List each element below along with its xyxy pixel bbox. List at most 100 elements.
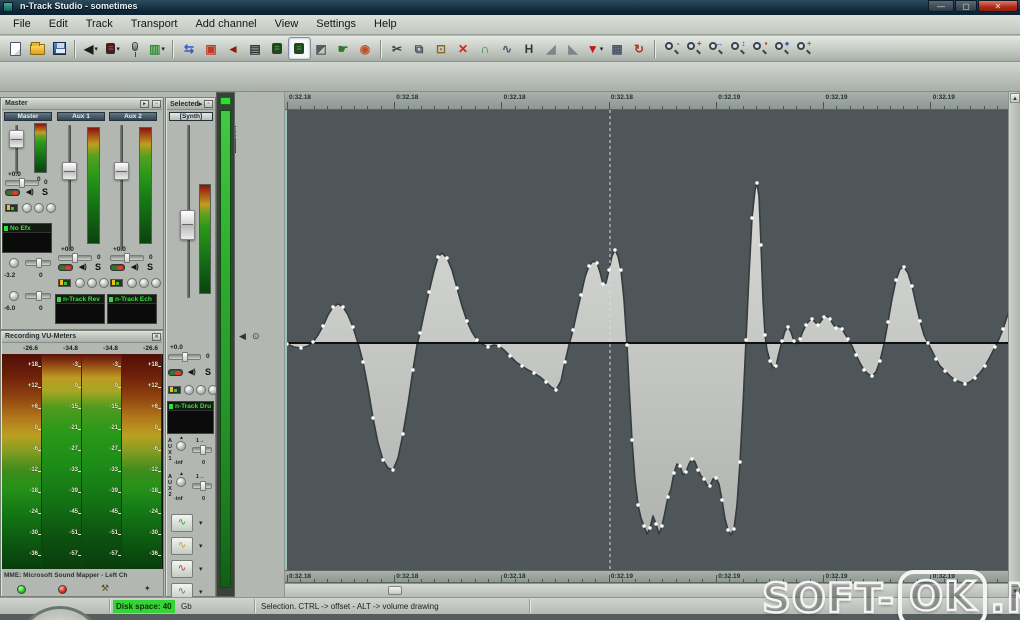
collapse-left-icon[interactable]: ◀ [239,331,246,342]
eq-knob[interactable] [184,385,194,395]
eq-meter-icon[interactable] [58,279,71,287]
pan-slider-handle[interactable] [72,253,78,263]
mute-led[interactable] [5,189,20,196]
aux-send-handle[interactable] [200,481,206,491]
pan-envelope-icon[interactable]: ∿ [497,38,518,59]
zoom-wave-icon[interactable]: + [793,38,814,59]
selected-fader-handle[interactable] [180,210,195,240]
timeline-ruler-top[interactable]: 0:32.180:32.180:32.180:32.180:32.190:32.… [285,92,1008,110]
copy-icon[interactable]: ⧉ [409,38,430,59]
settings-hammer-icon[interactable]: ⚒ [101,583,109,594]
volume-fader-handle[interactable] [114,162,129,180]
eq-knob[interactable] [139,278,149,288]
mixer-expand-icon[interactable]: ▸ [140,100,149,108]
speaker-horn-icon[interactable]: ◄ [223,38,244,59]
add-icon[interactable]: ✦ [144,584,151,593]
effect-enabled-led[interactable] [4,226,8,231]
metronome-icon[interactable]: ▣ [201,38,222,59]
selected-mute-led[interactable] [168,369,183,376]
maximize-button[interactable]: ▢ [955,0,977,12]
selected-popout-icon[interactable]: ▫ [204,100,213,108]
speaker-icon[interactable]: ◀) [188,368,196,376]
channel-rack-button[interactable]: ∿ [171,560,193,578]
menu-view[interactable]: View [266,15,308,34]
zoom-horizontal-icon[interactable]: ↔ [705,38,726,59]
mixer-popout-icon[interactable]: ▫ [152,100,161,108]
chevron-down-icon[interactable]: ▾ [199,542,203,550]
new-song-icon[interactable] [5,38,26,59]
add-audio-track-icon[interactable]: ≡ [267,38,288,59]
save-song-icon[interactable] [49,38,70,59]
playback-volume-icon[interactable]: ◀▾ [81,38,102,59]
menu-edit[interactable]: Edit [40,15,77,34]
aux-send-knob[interactable] [176,477,186,487]
draw-tool-icon[interactable]: ☛ [333,38,354,59]
scroll-up-icon[interactable]: ▲ [1010,93,1020,103]
mute-led[interactable] [110,264,125,271]
volume-fader-track[interactable] [68,125,71,250]
aux-return-slider[interactable] [25,293,51,299]
eq-knob[interactable] [34,203,44,213]
aux-return-slider[interactable] [25,260,51,266]
chevron-down-icon[interactable]: ▾ [199,588,203,596]
speaker-icon[interactable]: ◀) [26,188,34,196]
volume-fader-handle[interactable] [9,130,24,148]
pan-slider[interactable] [58,255,92,261]
menu-help[interactable]: Help [365,15,406,34]
open-song-icon[interactable] [27,38,48,59]
microphone-icon[interactable] [125,38,146,59]
pan-slider-handle[interactable] [19,178,25,188]
eq-meter-icon[interactable] [5,204,18,212]
effect-enabled-led[interactable] [109,297,113,302]
menu-track[interactable]: Track [77,15,122,34]
chevron-down-icon[interactable]: ▾ [199,519,203,527]
eq-meter-icon[interactable] [168,386,181,394]
strip-header-aux-1[interactable]: Aux 1 [57,112,105,121]
aux-send-knob[interactable] [176,441,186,451]
menu-file[interactable]: File [4,15,40,34]
chevron-down-icon[interactable]: ▾ [199,565,203,573]
fade-in-icon[interactable]: ◢ [541,38,562,59]
aux-send-slider[interactable] [192,483,212,489]
zoom-full-icon[interactable]: ● [771,38,792,59]
selected-channel-name[interactable]: [Synth] [169,112,213,121]
selected-effect-slot[interactable]: n-Track Dru [167,401,214,434]
paste-icon[interactable]: ⊡ [431,38,452,59]
eq-knob[interactable] [87,278,97,288]
zoom-in-icon[interactable]: + [683,38,704,59]
eq-knob[interactable] [127,278,137,288]
aux-return-knob[interactable] [9,258,19,268]
fade-out-icon[interactable]: ◣ [563,38,584,59]
loop-icon[interactable]: ↻ [629,38,650,59]
aux-return-handle[interactable] [36,291,42,301]
recording-level-icon[interactable]: ≡▾ [103,38,124,59]
record-arm-led[interactable] [58,585,67,594]
eq-knob[interactable] [196,385,206,395]
solo-button[interactable]: S [42,187,48,197]
pan-slider[interactable] [110,255,144,261]
close-button[interactable]: ✕ [978,0,1018,12]
aux-send-handle[interactable] [200,445,206,455]
zoom-out-icon[interactable]: - [661,38,682,59]
channel-rack-button[interactable]: ∿ [171,537,193,555]
volume-fader-track[interactable] [120,125,123,250]
pan-slider[interactable] [5,180,39,186]
volume-fader-handle[interactable] [62,162,77,180]
aux-return-handle[interactable] [36,258,42,268]
eq-knob[interactable] [46,203,56,213]
eq-knob[interactable] [151,278,161,288]
selected-pan-handle[interactable] [182,352,188,362]
zoom-vertical-icon[interactable]: ↕ [727,38,748,59]
snap-grid-icon[interactable]: ▦ [607,38,628,59]
eq-knob[interactable] [22,203,32,213]
soundcard-mixer-icon[interactable]: ▥▾ [147,38,168,59]
selected-pan-slider[interactable] [168,354,201,360]
minimize-button[interactable]: — [928,0,954,12]
close-icon[interactable]: ✕ [152,333,161,341]
vertical-scrollbar[interactable]: ▲ ▼ [1008,92,1020,597]
io-routing-icon[interactable]: ⇆ [179,38,200,59]
collapse-circle-icon[interactable]: ⊙ [252,331,260,342]
solo-button[interactable]: S [147,262,153,272]
effect-slot[interactable]: n-Track Ech [107,294,157,324]
piano-roll-icon[interactable]: ◩ [311,38,332,59]
